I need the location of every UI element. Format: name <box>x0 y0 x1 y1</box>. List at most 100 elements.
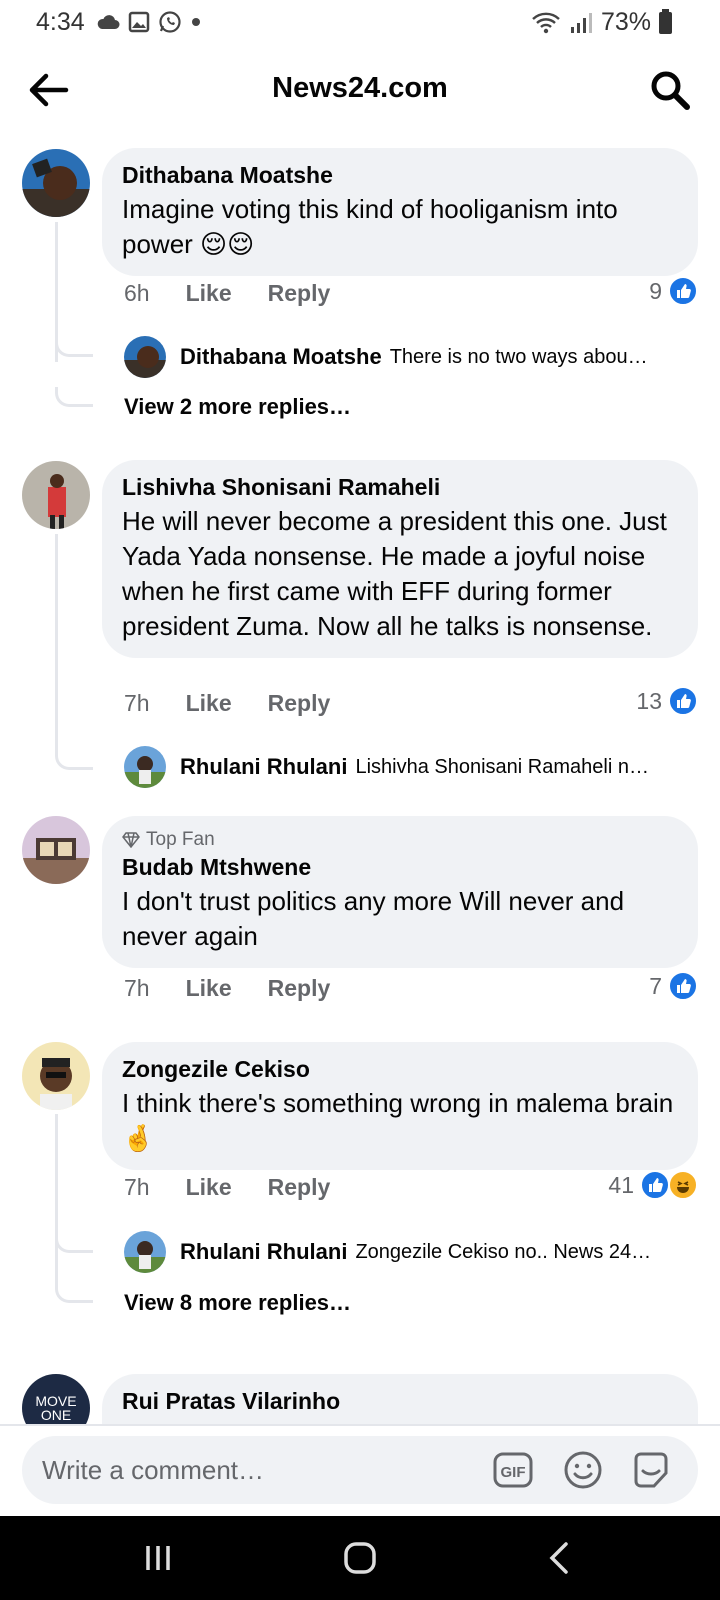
avatar <box>124 1231 166 1273</box>
like-icon <box>668 686 698 716</box>
diamond-icon <box>122 832 140 848</box>
reaction-count: 9 <box>649 277 662 304</box>
status-right: 73% <box>531 8 672 37</box>
haha-icon <box>668 1170 698 1200</box>
top-fan-label: Top Fan <box>146 829 215 850</box>
reaction-count: 7 <box>649 972 662 999</box>
reply-preview[interactable]: Dithabana Moatshe There is no two ways a… <box>124 336 698 378</box>
like-button[interactable]: Like <box>186 1174 232 1201</box>
comment-author[interactable]: Rui Pratas Vilarinho <box>122 1386 678 1416</box>
avatar <box>124 746 166 788</box>
like-button[interactable]: Like <box>186 690 232 717</box>
reply-button[interactable]: Reply <box>268 1174 331 1201</box>
comment-input[interactable] <box>42 1436 462 1504</box>
comment-bubble[interactable]: Top Fan Budab Mtshwene I don't trust pol… <box>102 816 698 968</box>
avatar[interactable] <box>22 816 90 884</box>
comment-time[interactable]: 6h <box>124 280 150 307</box>
avatar <box>124 336 166 378</box>
gif-label: GIF <box>501 1464 526 1481</box>
avatar[interactable] <box>22 149 90 217</box>
like-icon <box>668 971 698 1001</box>
notification-icons <box>96 10 202 34</box>
reply-text: Zongezile Cekiso no.. News 24… <box>355 1240 652 1263</box>
home-icon[interactable] <box>340 1538 380 1578</box>
page-title: News24.com <box>272 72 448 104</box>
app-header: News24.com <box>0 58 720 122</box>
comment-text: I don't trust politics any more Will nev… <box>122 886 625 951</box>
reaction-summary[interactable]: 13 <box>636 686 698 716</box>
comment-actions: 7h Like Reply <box>124 690 330 717</box>
comment-author[interactable]: Zongezile Cekiso <box>122 1054 678 1084</box>
back-nav-icon[interactable] <box>540 1538 580 1578</box>
reply-preview[interactable]: Rhulani Rhulani Zongezile Cekiso no.. Ne… <box>124 1231 698 1273</box>
reply-author: Rhulani Rhulani <box>180 754 348 779</box>
comment-composer: GIF <box>22 1436 698 1504</box>
like-icon <box>640 1170 670 1200</box>
dot-icon <box>192 18 200 26</box>
comment-text: He will never become a president this on… <box>122 506 667 641</box>
comment-actions: 6h Like Reply <box>124 280 330 307</box>
comment-author[interactable]: Lishivha Shonisani Ramaheli <box>122 472 678 502</box>
reaction-count: 13 <box>636 687 662 714</box>
recent-apps-icon[interactable] <box>138 1538 178 1578</box>
avatar[interactable] <box>22 461 90 529</box>
whatsapp-icon <box>159 11 181 33</box>
thread-connector <box>55 387 93 407</box>
comment-actions: 7h Like Reply <box>124 975 330 1002</box>
reply-button[interactable]: Reply <box>268 280 331 307</box>
reply-button[interactable]: Reply <box>268 975 331 1002</box>
comment-list[interactable]: Dithabana Moatshe Imagine voting this ki… <box>0 140 720 1424</box>
view-more-replies-link[interactable]: View 2 more replies… <box>124 394 351 420</box>
top-fan-badge: Top Fan <box>122 828 678 852</box>
reply-preview[interactable]: Rhulani Rhulani Lishivha Shonisani Ramah… <box>124 746 698 788</box>
like-button[interactable]: Like <box>186 280 232 307</box>
thread-line <box>55 534 58 750</box>
battery-icon <box>659 8 672 34</box>
status-bar: 4:34 73% <box>0 0 720 44</box>
gallery-icon <box>128 11 150 33</box>
comment-text: I think there's something wrong in malem… <box>122 1088 674 1153</box>
reaction-summary[interactable]: 7 <box>649 971 698 1001</box>
comment-bubble[interactable]: Rui Pratas Vilarinho <box>102 1374 698 1424</box>
emoji-icon[interactable] <box>562 1449 604 1491</box>
composer-divider <box>0 1424 720 1426</box>
comment-bubble[interactable]: Zongezile Cekiso I think there's somethi… <box>102 1042 698 1170</box>
thread-line <box>55 1114 58 1284</box>
gif-icon[interactable]: GIF <box>492 1449 534 1491</box>
like-button[interactable]: Like <box>186 975 232 1002</box>
reaction-summary[interactable]: 9 <box>649 276 698 306</box>
thread-connector <box>55 1283 93 1303</box>
cloud-icon <box>97 15 120 29</box>
reply-text: Lishivha Shonisani Ramaheli n… <box>355 755 649 778</box>
wifi-icon <box>532 12 560 33</box>
reply-button[interactable]: Reply <box>268 690 331 717</box>
reply-author: Rhulani Rhulani <box>180 1239 348 1264</box>
thread-connector <box>55 750 93 770</box>
avatar-text: MOVE ONE <box>35 1393 77 1423</box>
thread-connector <box>55 1233 93 1253</box>
comment-time[interactable]: 7h <box>124 975 150 1002</box>
search-icon[interactable] <box>648 68 692 112</box>
battery-level: 73% <box>600 8 651 36</box>
avatar[interactable]: MOVE ONE <box>22 1374 90 1424</box>
comment-actions: 7h Like Reply <box>124 1174 330 1201</box>
comment-author[interactable]: Budab Mtshwene <box>122 852 678 882</box>
comment-text: Imagine voting this kind of hooliganism … <box>122 194 618 259</box>
reaction-summary[interactable]: 41 <box>608 1170 698 1200</box>
comment-author[interactable]: Dithabana Moatshe <box>122 160 678 190</box>
like-icon <box>668 276 698 306</box>
view-more-replies-link[interactable]: View 8 more replies… <box>124 1290 351 1316</box>
reply-author: Dithabana Moatshe <box>180 344 382 369</box>
sticker-icon[interactable] <box>630 1449 672 1491</box>
reaction-count: 41 <box>608 1171 634 1198</box>
signal-icon <box>570 12 592 33</box>
thread-connector <box>55 337 93 357</box>
comment-time[interactable]: 7h <box>124 1174 150 1201</box>
system-nav-bar <box>0 1516 720 1600</box>
reply-text: There is no two ways abou… <box>389 345 648 368</box>
status-time: 4:34 <box>36 8 85 36</box>
avatar[interactable] <box>22 1042 90 1110</box>
comment-time[interactable]: 7h <box>124 690 150 717</box>
comment-bubble[interactable]: Dithabana Moatshe Imagine voting this ki… <box>102 148 698 276</box>
comment-bubble[interactable]: Lishivha Shonisani Ramaheli He will neve… <box>102 460 698 658</box>
